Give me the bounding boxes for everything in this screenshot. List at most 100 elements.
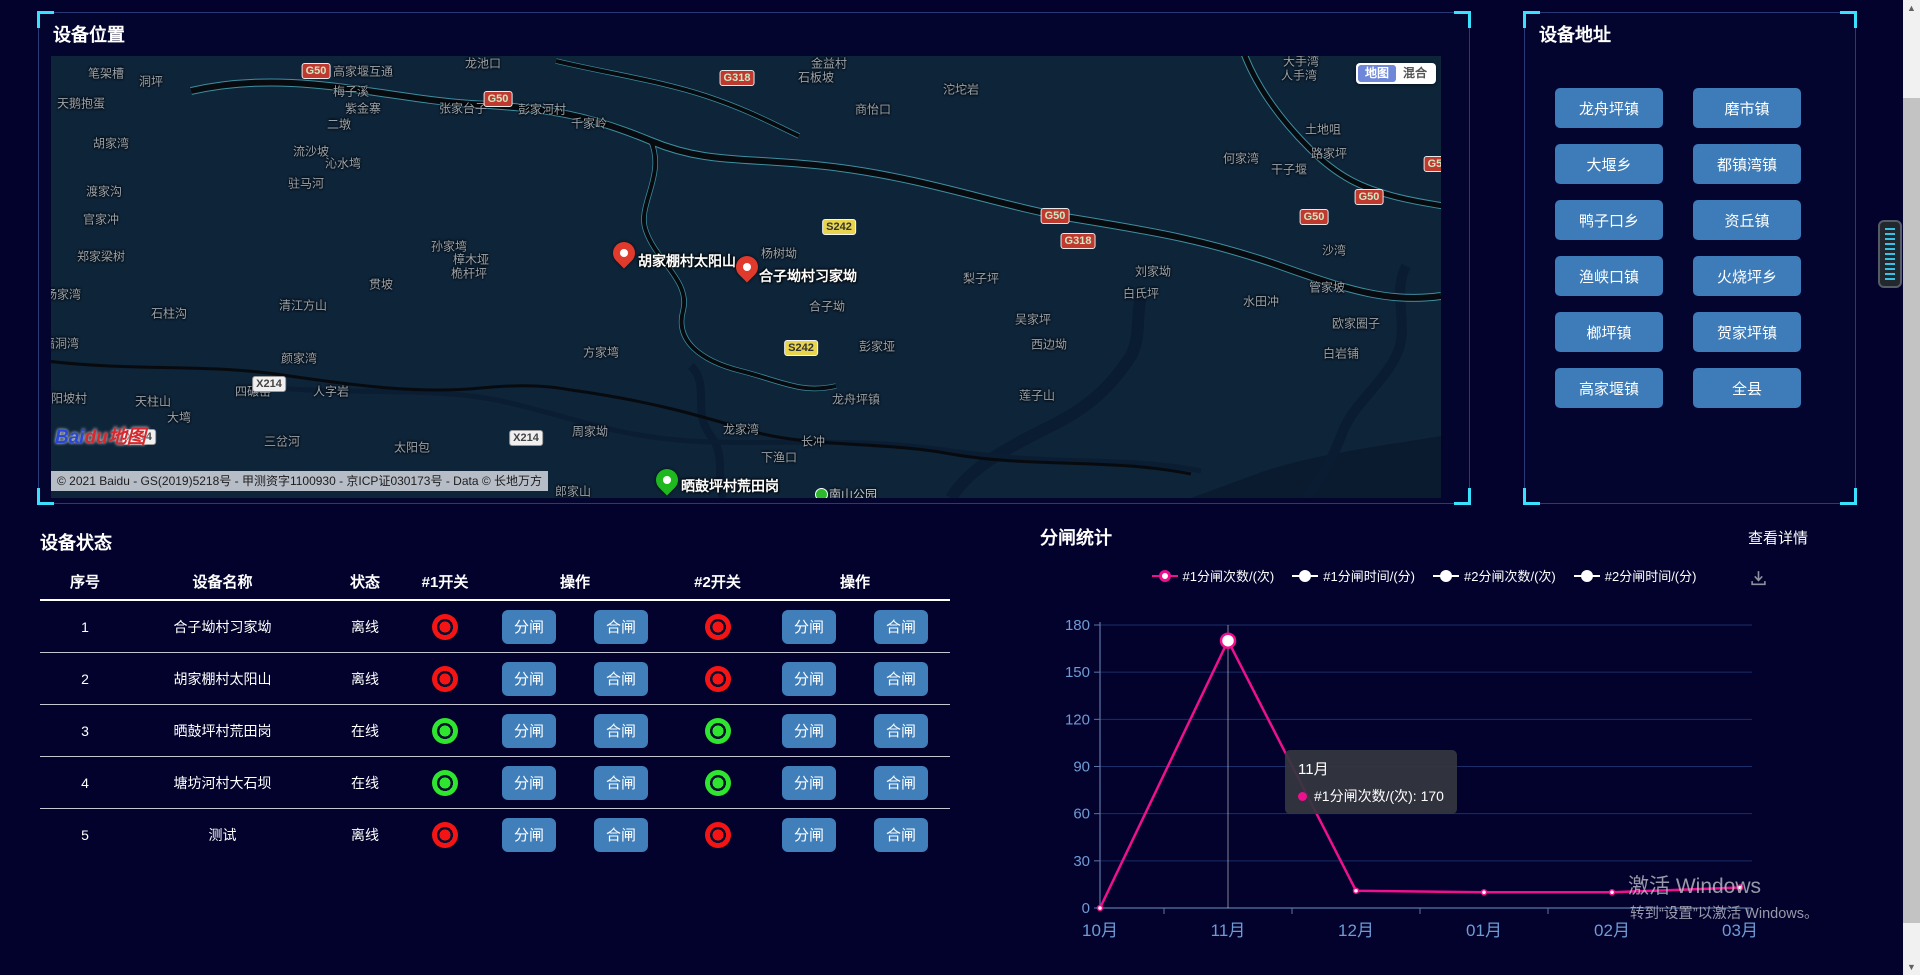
map-place-label: 干子堰 <box>1271 161 1307 178</box>
map-place-label: 刘家坳 <box>1135 263 1171 280</box>
cell-switch2 <box>675 718 760 744</box>
trip-button[interactable]: 分闸 <box>782 766 836 800</box>
trip-button[interactable]: 分闸 <box>502 662 556 696</box>
close-button[interactable]: 合闸 <box>594 818 648 852</box>
close-button[interactable]: 合闸 <box>874 714 928 748</box>
trip-button[interactable]: 分闸 <box>782 662 836 696</box>
download-icon[interactable] <box>1750 570 1767 592</box>
map-place-label: 胡家湾 <box>93 135 129 152</box>
close-button[interactable]: 合闸 <box>594 610 648 644</box>
trip-button[interactable]: 分闸 <box>502 818 556 852</box>
map-place-label: 彭家河村 <box>518 101 566 118</box>
address-button[interactable]: 全县 <box>1693 368 1801 408</box>
trip-button[interactable]: 分闸 <box>782 818 836 852</box>
view-details-link[interactable]: 查看详情 <box>1748 527 1808 548</box>
map-place-label: 洞坪 <box>139 73 163 90</box>
baidu-map[interactable]: 笔架槽洞坪天鹅抱蛋胡家湾渡家沟官家冲郑家梁树杨家湾墙洞湾阴阳坡村天柱山大塆石柱沟… <box>51 56 1441 498</box>
scrollbar-down-arrow[interactable]: ▼ <box>1903 962 1920 972</box>
data-point[interactable] <box>1098 906 1103 911</box>
dashboard: 设备位置 <box>0 0 1920 975</box>
road-shield-g318: G318 <box>1061 233 1096 249</box>
close-button[interactable]: 合闸 <box>874 610 928 644</box>
cell-operations2: 分闸 合闸 <box>760 662 950 696</box>
legend-item[interactable]: #1分闸时间/(分) <box>1292 566 1415 585</box>
road-shield-x214: X214 <box>509 430 543 446</box>
legend-label: #1分闸次数/(次) <box>1183 566 1275 585</box>
trip-button[interactable]: 分闸 <box>502 610 556 644</box>
map-panel-title: 设备位置 <box>53 21 125 47</box>
close-button[interactable]: 合闸 <box>874 766 928 800</box>
trip-button[interactable]: 分闸 <box>782 714 836 748</box>
table-row: 1合子坳村习家坳离线分闸合闸分闸合闸 <box>40 601 950 653</box>
switch1-indicator-red <box>432 614 458 640</box>
corner-bracket <box>1454 488 1471 505</box>
trip-button[interactable]: 分闸 <box>782 610 836 644</box>
device-address-panel: 设备地址 龙舟坪镇磨市镇大堰乡都镇湾镇鸭子口乡资丘镇渔峡口镇火烧坪乡榔坪镇贺家坪… <box>1524 12 1856 504</box>
road-shield-g50: G50 <box>484 91 513 107</box>
legend-label: #1分闸时间/(分) <box>1323 566 1415 585</box>
address-button[interactable]: 榔坪镇 <box>1555 312 1663 352</box>
road-shield-g50: G50 <box>302 63 331 79</box>
corner-bracket <box>1523 488 1540 505</box>
data-point[interactable] <box>1354 888 1359 893</box>
svg-text:10月: 10月 <box>1082 921 1118 940</box>
map-place-label: 沱坨岩 <box>943 81 979 98</box>
address-button[interactable]: 都镇湾镇 <box>1693 144 1801 184</box>
road-shield-g318: G318 <box>720 70 755 86</box>
svg-text:150: 150 <box>1065 664 1090 681</box>
data-point[interactable] <box>1482 890 1487 895</box>
scrollbar-thumb[interactable] <box>1903 98 1920 923</box>
data-point[interactable] <box>1610 890 1615 895</box>
column-header: #2开关 <box>675 571 760 592</box>
address-button[interactable]: 龙舟坪镇 <box>1555 88 1663 128</box>
svg-text:120: 120 <box>1065 711 1090 728</box>
address-button[interactable]: 贺家坪镇 <box>1693 312 1801 352</box>
close-button[interactable]: 合闸 <box>874 662 928 696</box>
map-place-label: 渡家沟 <box>86 183 122 200</box>
cell-status: 在线 <box>315 773 415 793</box>
address-button[interactable]: 资丘镇 <box>1693 200 1801 240</box>
address-button[interactable]: 鸭子口乡 <box>1555 200 1663 240</box>
pin-icon <box>608 237 639 268</box>
address-button[interactable]: 大堰乡 <box>1555 144 1663 184</box>
trip-button[interactable]: 分闸 <box>502 766 556 800</box>
trip-button[interactable]: 分闸 <box>502 714 556 748</box>
cell-switch2 <box>675 614 760 640</box>
map-pin-label: 合子坳村习家坳 <box>759 266 857 286</box>
cell-switch1 <box>415 614 475 640</box>
map-type-hybrid-button[interactable]: 混合 <box>1396 65 1434 82</box>
device-location-panel: 设备位置 <box>38 12 1470 504</box>
close-button[interactable]: 合闸 <box>594 714 648 748</box>
scroll-marker-widget[interactable] <box>1878 220 1902 288</box>
address-button[interactable]: 高家堰镇 <box>1555 368 1663 408</box>
baidu-logo: Baidu地图 <box>55 422 146 449</box>
legend-item[interactable]: #2分闸时间/(分) <box>1574 566 1697 585</box>
close-button[interactable]: 合闸 <box>594 662 648 696</box>
map-place-label: 贯坡 <box>369 276 393 293</box>
map-place-label: 张家台子 <box>439 100 487 117</box>
cell-switch2 <box>675 822 760 848</box>
map-type-map-button[interactable]: 地图 <box>1358 65 1396 82</box>
legend-item[interactable]: #2分闸次数/(次) <box>1433 566 1556 585</box>
close-button[interactable]: 合闸 <box>594 766 648 800</box>
road-shield-g50: G50 <box>1424 156 1441 172</box>
scrollbar-up-arrow[interactable]: ▲ <box>1903 3 1920 13</box>
map-pin[interactable] <box>613 242 635 264</box>
map-place-label: 官家冲 <box>83 211 119 228</box>
address-button[interactable]: 火烧坪乡 <box>1693 256 1801 296</box>
highlighted-data-point[interactable] <box>1221 634 1235 648</box>
map-place-label: 天鹅抱蛋 <box>57 95 105 112</box>
map-pin[interactable] <box>656 469 678 491</box>
address-button[interactable]: 磨市镇 <box>1693 88 1801 128</box>
road-shield-g50: G50 <box>1355 189 1384 205</box>
address-button[interactable]: 渔峡口镇 <box>1555 256 1663 296</box>
map-place-label: 白氏坪 <box>1123 285 1159 302</box>
map-pin[interactable] <box>736 256 758 278</box>
switch2-indicator-green <box>705 718 731 744</box>
map-place-label: 阴阳坡村 <box>51 390 87 407</box>
cell-index: 2 <box>40 671 130 687</box>
close-button[interactable]: 合闸 <box>874 818 928 852</box>
browser-scrollbar[interactable]: ▲ ▼ <box>1903 0 1920 975</box>
legend-item[interactable]: #1分闸次数/(次) <box>1152 566 1275 585</box>
map-place-label: 流沙坡 <box>293 143 329 160</box>
